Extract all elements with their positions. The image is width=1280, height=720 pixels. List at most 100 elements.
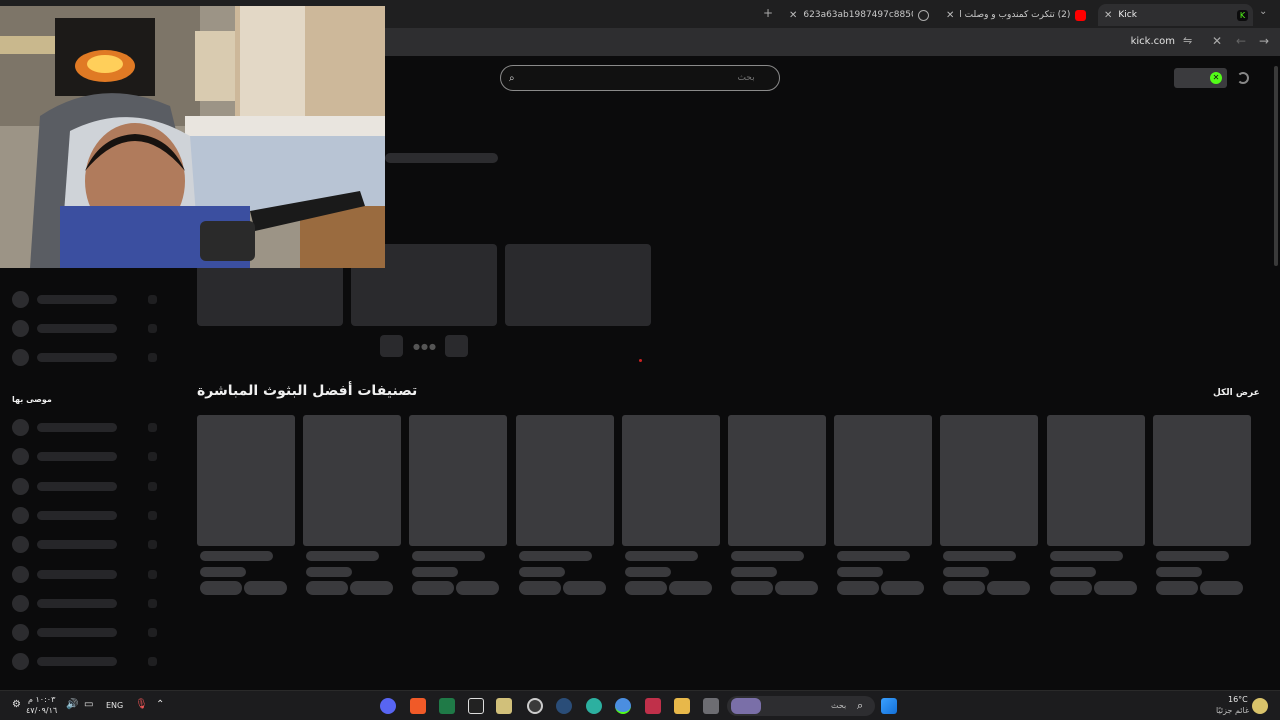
youtube-favicon-icon [1075, 9, 1087, 21]
card-title-skeleton [624, 551, 698, 561]
microphone-icon[interactable]: 🎙 [135, 699, 148, 710]
sidebar-count-skeleton [148, 628, 157, 637]
tab-menu-chevron-icon[interactable]: ⌄ [1259, 6, 1267, 17]
new-tab-plus-icon[interactable]: + [763, 6, 773, 20]
tab-title: 623a63ab1987497c885075bae [803, 10, 913, 20]
sidebar-count-skeleton [148, 570, 157, 579]
sidebar-name-skeleton [37, 570, 117, 579]
url-text[interactable]: kick.com [1131, 36, 1175, 47]
search-bar[interactable]: ⌕ [500, 65, 780, 91]
card-title-skeleton [1049, 551, 1123, 561]
card-subtitle-skeleton [412, 567, 459, 577]
brave-icon[interactable] [410, 698, 426, 714]
sidebar-avatar-skeleton[interactable] [12, 536, 29, 553]
card-title-skeleton [943, 551, 1017, 561]
stop-close-icon[interactable]: ✕ [1212, 34, 1222, 48]
sidebar-avatar-skeleton[interactable] [12, 419, 29, 436]
card-tag-skeleton [1049, 581, 1092, 595]
excel-icon[interactable] [439, 698, 455, 714]
sidebar-avatar-skeleton[interactable] [12, 349, 29, 366]
network-icon[interactable]: ▭ [84, 699, 93, 710]
sidebar-name-skeleton [37, 324, 117, 333]
category-card-skeleton[interactable] [834, 415, 933, 546]
card-title-skeleton [200, 551, 273, 561]
back-arrow-icon[interactable]: → [1259, 34, 1269, 48]
card-title-skeleton [412, 551, 486, 561]
refresh-icon[interactable] [1237, 72, 1249, 84]
carousel-next-button[interactable] [445, 335, 468, 357]
card-subtitle-skeleton [200, 567, 246, 577]
sidebar-name-skeleton [37, 657, 117, 666]
card-tag-skeleton [1093, 581, 1137, 595]
taskbar-search-placeholder: بحث [831, 701, 847, 710]
card-tag-skeleton [1155, 581, 1198, 595]
site-settings-icon[interactable]: ⇋ [1183, 34, 1192, 47]
tab-hash[interactable]: ✕ 623a63ab1987497c885075bae [783, 4, 938, 26]
category-card-skeleton[interactable] [515, 415, 614, 546]
recommended-heading: موصى بها [12, 395, 52, 404]
app-a-icon[interactable] [645, 698, 661, 714]
capcut-icon[interactable] [468, 698, 484, 714]
forward-arrow-icon[interactable]: ← [1236, 34, 1246, 48]
category-card-skeleton[interactable] [728, 415, 826, 546]
sidebar-avatar-skeleton[interactable] [12, 448, 29, 465]
clock-time[interactable]: ١٠:٠٣ م [28, 695, 55, 704]
sidebar-avatar-skeleton[interactable] [12, 566, 29, 583]
edge-icon[interactable] [586, 698, 602, 714]
carousel-prev-button[interactable] [380, 335, 403, 357]
sidebar-avatar-skeleton[interactable] [12, 478, 29, 495]
card-tag-skeleton [837, 581, 880, 595]
category-card-skeleton[interactable] [409, 415, 508, 546]
obs-icon[interactable] [527, 698, 543, 714]
page-scrollbar[interactable] [1274, 66, 1278, 266]
card-title-skeleton [306, 551, 380, 561]
card-subtitle-skeleton [624, 567, 671, 577]
steam-icon[interactable] [556, 698, 572, 714]
file-explorer-icon[interactable] [703, 698, 719, 714]
sidebar-count-skeleton [148, 353, 157, 362]
chrome-icon[interactable] [615, 698, 631, 714]
discord-icon[interactable] [380, 698, 396, 714]
settings-gear-icon[interactable]: ⚙ [12, 699, 21, 710]
search-input[interactable] [514, 73, 755, 83]
clock-date[interactable]: ٤٧/٠٩/١٦ [26, 706, 57, 715]
red-dot-indicator [639, 359, 642, 362]
sidebar-avatar-skeleton[interactable] [12, 595, 29, 612]
kick-favicon-icon: K [1237, 9, 1248, 21]
category-card-skeleton[interactable] [940, 415, 1039, 546]
pen-app-icon[interactable] [496, 698, 512, 714]
category-card-skeleton[interactable] [1152, 415, 1251, 546]
close-icon[interactable]: ✕ [940, 10, 960, 21]
category-card-skeleton[interactable] [197, 415, 295, 546]
carousel-dots: ●●● [413, 342, 437, 351]
sidebar-name-skeleton [37, 540, 117, 549]
close-icon[interactable]: ✕ [783, 10, 803, 21]
card-subtitle-skeleton [1155, 567, 1202, 577]
tab-youtube[interactable]: ✕ (2) تتكرت كمندوب و وصلت الفطـ [940, 4, 1095, 26]
start-windows-icon[interactable] [881, 698, 897, 714]
card-tag-skeleton [624, 581, 667, 595]
tab-kick[interactable]: ✕ Kick K [1098, 4, 1253, 26]
sidebar-avatar-skeleton[interactable] [12, 653, 29, 670]
sidebar-avatar-skeleton[interactable] [12, 320, 29, 337]
weather-icon[interactable] [1252, 698, 1268, 714]
sidebar-name-skeleton [37, 511, 117, 520]
taskbar-search[interactable]: بحث ⌕ [727, 696, 875, 716]
language-indicator[interactable]: ENG [106, 701, 123, 710]
sidebar-count-skeleton [148, 295, 157, 304]
folder-icon[interactable] [674, 698, 690, 714]
category-card-skeleton[interactable] [303, 415, 402, 546]
card-tag-skeleton [562, 581, 606, 595]
sidebar-avatar-skeleton[interactable] [12, 291, 29, 308]
tray-chevron-icon[interactable]: ⌃ [156, 699, 164, 710]
category-card-skeleton[interactable] [1046, 415, 1145, 546]
card-title-skeleton [837, 551, 911, 561]
volume-icon[interactable]: 🔊 [66, 699, 78, 710]
sidebar-avatar-skeleton[interactable] [12, 507, 29, 524]
category-card-skeleton[interactable] [621, 415, 720, 546]
sidebar-avatar-skeleton[interactable] [12, 624, 29, 641]
view-all-link[interactable]: عرض الكل [1213, 388, 1260, 398]
close-icon[interactable]: ✕ [1098, 10, 1118, 21]
card-tag-skeleton [412, 581, 455, 595]
card-tag-skeleton [775, 581, 818, 595]
